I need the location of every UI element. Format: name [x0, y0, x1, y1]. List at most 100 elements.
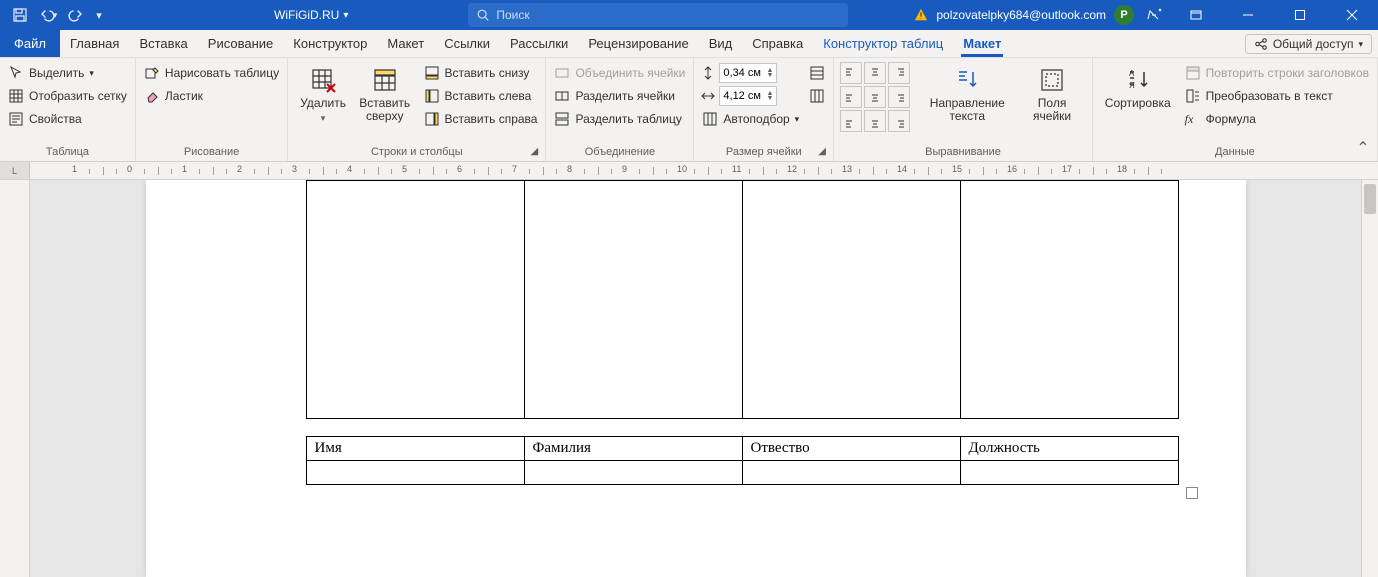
- merge-cells-button[interactable]: Объединить ячейки: [552, 62, 687, 84]
- redo-icon[interactable]: [64, 3, 88, 27]
- table-cell[interactable]: Отвество: [742, 437, 960, 461]
- distribute-rows-button[interactable]: [807, 62, 827, 84]
- table-cell[interactable]: Должность: [960, 437, 1178, 461]
- align-mr[interactable]: [888, 86, 910, 108]
- autofit-button[interactable]: Автоподбор ▾: [700, 108, 801, 130]
- share-button[interactable]: Общий доступ ▾: [1245, 34, 1372, 54]
- repeat-header-button[interactable]: Повторить строки заголовков: [1183, 62, 1371, 84]
- group-cell-size: 0,34 см▲▼ 4,12 см▲▼ Автоподбор ▾ Размер …: [694, 58, 834, 161]
- draw-table-button[interactable]: Нарисовать таблицу: [142, 62, 281, 84]
- align-br[interactable]: [888, 110, 910, 132]
- document-title-text: WiFiGiD.RU: [274, 8, 339, 22]
- tab-home[interactable]: Главная: [60, 30, 129, 57]
- vertical-scrollbar[interactable]: [1361, 180, 1378, 577]
- maximize-button[interactable]: [1278, 0, 1322, 30]
- group-data: АЯ Сортировка Повторить строки заголовко…: [1093, 58, 1378, 161]
- undo-icon[interactable]: ▾: [36, 3, 60, 27]
- tab-draw[interactable]: Рисование: [198, 30, 283, 57]
- ruler-corner[interactable]: L: [0, 162, 30, 179]
- tab-mailings[interactable]: Рассылки: [500, 30, 578, 57]
- vertical-ruler[interactable]: [0, 180, 30, 577]
- dialog-launcher-icon[interactable]: ◢: [530, 146, 542, 158]
- document-table-2[interactable]: Имя Фамилия Отвество Должность: [306, 436, 1179, 485]
- titlebar: ▾ ▾ WiFiGiD.RU ▾ Поиск polzovatelpky684@…: [0, 0, 1378, 30]
- select-button[interactable]: Выделить ▾: [6, 62, 129, 84]
- dialog-launcher-icon[interactable]: ◢: [818, 146, 830, 158]
- search-input[interactable]: Поиск: [468, 3, 848, 27]
- table-cell[interactable]: Имя: [306, 437, 524, 461]
- delete-button[interactable]: Удалить▾: [294, 62, 352, 144]
- distribute-cols-button[interactable]: [807, 85, 827, 107]
- document-title[interactable]: WiFiGiD.RU ▾: [274, 8, 348, 22]
- insert-right-button[interactable]: Вставить справа: [422, 108, 540, 130]
- document-table-1[interactable]: [306, 180, 1179, 419]
- group-rows-cols: Удалить▾ Вставить сверху Вставить снизу …: [288, 58, 546, 161]
- customize-qat-icon[interactable]: ▾: [92, 3, 106, 27]
- minimize-button[interactable]: [1226, 0, 1270, 30]
- tab-layout[interactable]: Макет: [377, 30, 434, 57]
- tab-table-design[interactable]: Конструктор таблиц: [813, 30, 953, 57]
- scroll-thumb[interactable]: [1364, 184, 1376, 214]
- tab-review[interactable]: Рецензирование: [578, 30, 698, 57]
- quick-access-toolbar: ▾ ▾: [0, 3, 114, 27]
- align-tl[interactable]: [840, 62, 862, 84]
- col-width-input[interactable]: 4,12 см▲▼: [700, 85, 801, 107]
- group-alignment: Направление текста Поля ячейки Выравнива…: [834, 58, 1093, 161]
- share-icon: [1254, 37, 1268, 51]
- end-of-cell-mark: [1186, 487, 1198, 499]
- ribbon-tabs: Файл Главная Вставка Рисование Конструкт…: [0, 30, 1378, 58]
- group-draw: Нарисовать таблицу Ластик Рисование: [136, 58, 288, 161]
- tab-table-layout[interactable]: Макет: [953, 30, 1011, 57]
- align-bc[interactable]: [864, 110, 886, 132]
- alignment-grid: [840, 62, 910, 144]
- eraser-button[interactable]: Ластик: [142, 85, 281, 107]
- cell-margins-button[interactable]: Поля ячейки: [1018, 62, 1085, 144]
- ruler-bar: L 10123456789101112131415161718: [0, 162, 1378, 180]
- tab-references[interactable]: Ссылки: [434, 30, 500, 57]
- properties-button[interactable]: Свойства: [6, 108, 129, 130]
- text-direction-button[interactable]: Направление текста: [916, 62, 1018, 144]
- split-cells-button[interactable]: Разделить ячейки: [552, 85, 687, 107]
- svg-text:Я: Я: [1129, 81, 1135, 90]
- tab-design[interactable]: Конструктор: [283, 30, 377, 57]
- tab-view[interactable]: Вид: [699, 30, 743, 57]
- group-merge: Объединить ячейки Разделить ячейки Разде…: [546, 58, 694, 161]
- document-area: Имя Фамилия Отвество Должность: [0, 180, 1378, 577]
- feedback-icon[interactable]: [1142, 3, 1166, 27]
- align-mc[interactable]: [864, 86, 886, 108]
- tab-insert[interactable]: Вставка: [129, 30, 197, 57]
- tab-help[interactable]: Справка: [742, 30, 813, 57]
- avatar[interactable]: P: [1114, 5, 1134, 25]
- align-tr[interactable]: [888, 62, 910, 84]
- table-cell[interactable]: Фамилия: [524, 437, 742, 461]
- split-table-button[interactable]: Разделить таблицу: [552, 108, 687, 130]
- search-icon: [476, 8, 490, 22]
- align-ml[interactable]: [840, 86, 862, 108]
- titlebar-right: polzovatelpky684@outlook.com P: [914, 0, 1378, 30]
- page[interactable]: Имя Фамилия Отвество Должность: [146, 180, 1246, 577]
- tab-file[interactable]: Файл: [0, 30, 60, 57]
- ribbon: Выделить ▾ Отобразить сетку Свойства Таб…: [0, 58, 1378, 162]
- formula-button[interactable]: fxФормула: [1183, 108, 1371, 130]
- close-button[interactable]: [1330, 0, 1374, 30]
- page-scroll[interactable]: Имя Фамилия Отвество Должность: [30, 180, 1361, 577]
- insert-below-button[interactable]: Вставить снизу: [422, 62, 540, 84]
- chevron-down-icon: ▾: [1358, 39, 1363, 50]
- insert-above-button[interactable]: Вставить сверху: [352, 62, 418, 144]
- table-row[interactable]: Имя Фамилия Отвество Должность: [306, 437, 1178, 461]
- row-height-input[interactable]: 0,34 см▲▼: [700, 62, 801, 84]
- insert-left-button[interactable]: Вставить слева: [422, 85, 540, 107]
- align-bl[interactable]: [840, 110, 862, 132]
- user-email[interactable]: polzovatelpky684@outlook.com: [936, 8, 1106, 22]
- ribbon-display-icon[interactable]: [1174, 0, 1218, 30]
- warning-icon[interactable]: [914, 8, 928, 22]
- save-icon[interactable]: [8, 3, 32, 27]
- collapse-ribbon-icon[interactable]: ⌃: [1354, 139, 1372, 157]
- table-row[interactable]: [306, 461, 1178, 485]
- table-row[interactable]: [306, 181, 1178, 419]
- gridlines-button[interactable]: Отобразить сетку: [6, 85, 129, 107]
- horizontal-ruler[interactable]: 10123456789101112131415161718: [30, 162, 1378, 179]
- convert-text-button[interactable]: Преобразовать в текст: [1183, 85, 1371, 107]
- sort-button[interactable]: АЯ Сортировка: [1099, 62, 1177, 144]
- align-tc[interactable]: [864, 62, 886, 84]
